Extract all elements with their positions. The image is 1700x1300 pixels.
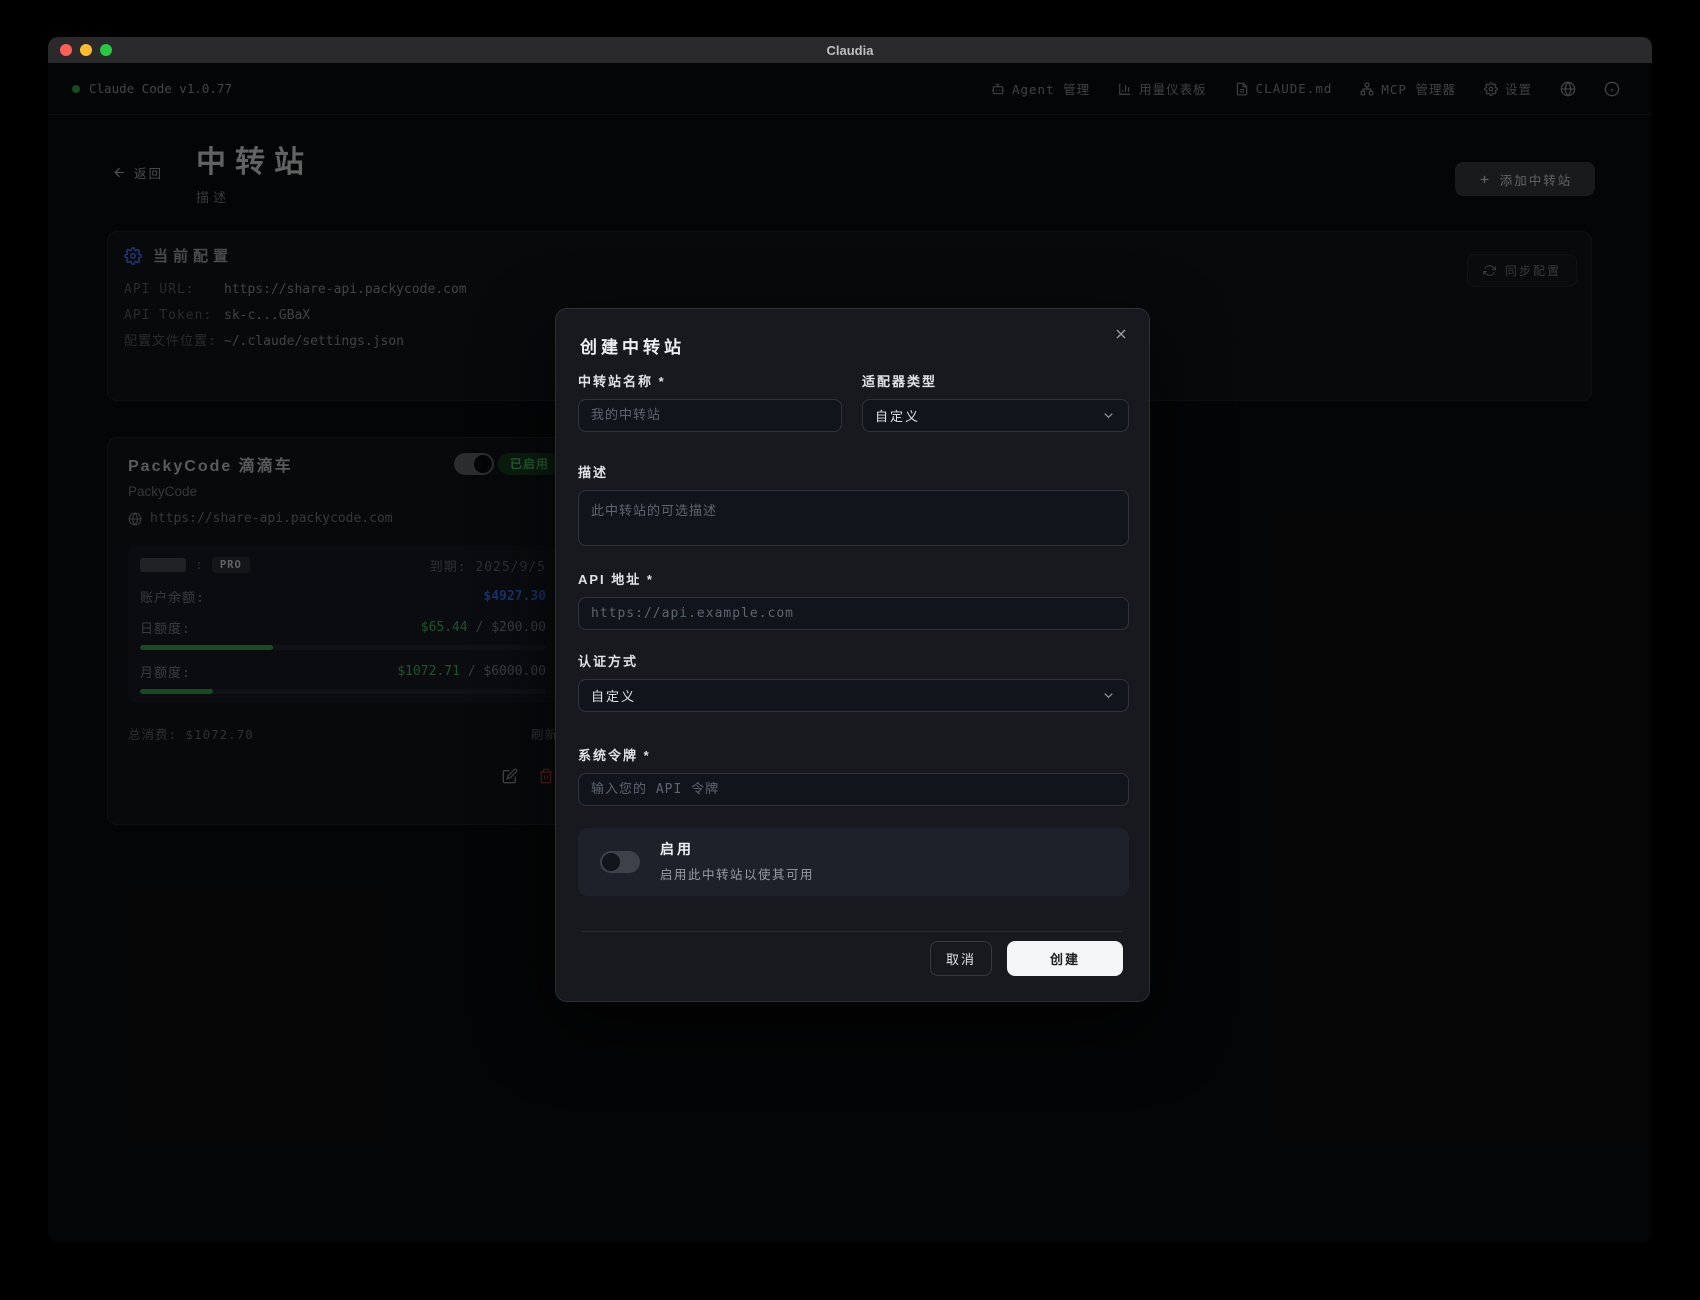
window-titlebar: Claudia bbox=[48, 37, 1652, 63]
app-window: Claudia Claude Code v1.0.77 Agent 管理 用量仪… bbox=[48, 37, 1652, 1243]
auth-method-label: 认证方式 bbox=[578, 654, 639, 669]
description-label: 描述 bbox=[578, 465, 609, 480]
enable-toggle[interactable] bbox=[600, 851, 640, 873]
dialog-title: 创建中转站 bbox=[580, 338, 685, 357]
window-title: Claudia bbox=[826, 42, 874, 58]
auth-method-select[interactable]: 自定义 bbox=[578, 679, 1129, 712]
close-window-button[interactable] bbox=[60, 44, 72, 56]
close-icon bbox=[1113, 326, 1129, 342]
station-name-input[interactable] bbox=[578, 399, 842, 432]
api-url-input[interactable] bbox=[578, 597, 1129, 630]
dialog-divider bbox=[582, 931, 1123, 932]
traffic-lights bbox=[60, 44, 112, 56]
maximize-window-button[interactable] bbox=[100, 44, 112, 56]
create-button[interactable]: 创建 bbox=[1007, 941, 1123, 976]
system-token-label: 系统令牌 * bbox=[578, 748, 651, 763]
enable-title: 启用 bbox=[660, 841, 694, 857]
enable-panel: 启用 启用此中转站以使其可用 bbox=[578, 828, 1129, 896]
adapter-type-label: 适配器类型 bbox=[862, 374, 938, 389]
cancel-button[interactable]: 取消 bbox=[930, 941, 992, 976]
toggle-knob bbox=[602, 853, 620, 871]
create-station-dialog: 创建中转站 中转站名称 * 适配器类型 自定义 描述 API 地址 * bbox=[555, 308, 1150, 1002]
system-token-input[interactable] bbox=[578, 773, 1129, 806]
description-textarea[interactable] bbox=[578, 490, 1129, 546]
chevron-down-icon bbox=[1101, 688, 1116, 703]
chevron-down-icon bbox=[1101, 408, 1116, 423]
minimize-window-button[interactable] bbox=[80, 44, 92, 56]
api-url-label: API 地址 * bbox=[578, 572, 654, 587]
close-dialog-button[interactable] bbox=[1113, 326, 1129, 342]
station-name-label: 中转站名称 * bbox=[578, 374, 666, 389]
enable-description: 启用此中转站以使其可用 bbox=[660, 868, 815, 882]
adapter-type-select[interactable]: 自定义 bbox=[862, 399, 1129, 432]
